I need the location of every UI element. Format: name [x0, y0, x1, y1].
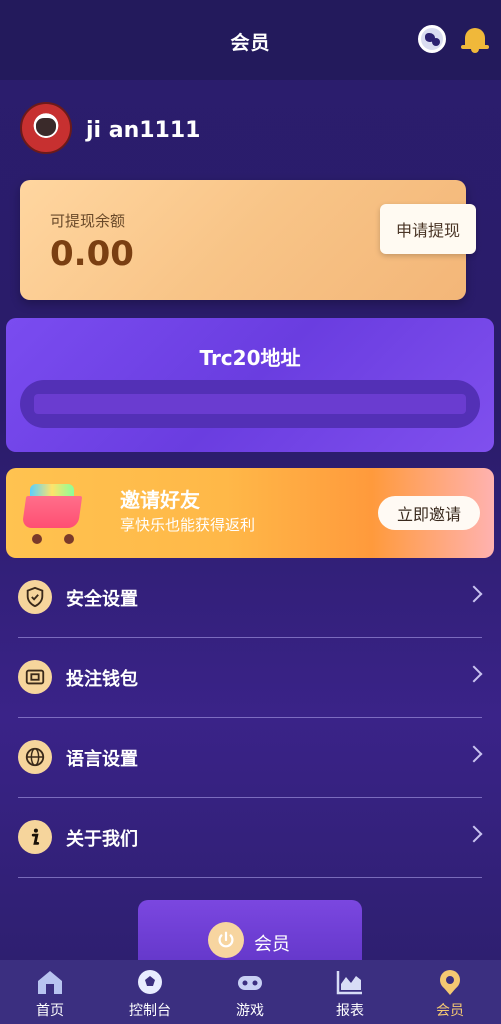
username: ji an1111	[86, 118, 201, 143]
chevron-right-icon	[465, 665, 483, 683]
menu-item-label: 安全设置	[66, 589, 138, 610]
soccer-ball-icon	[138, 970, 162, 994]
tab-home[interactable]: 首页	[0, 960, 100, 1024]
menu-item-about[interactable]: 关于我们	[18, 798, 483, 878]
tab-console[interactable]: 控制台	[100, 960, 200, 1024]
home-icon	[38, 971, 62, 994]
tab-label: 首页	[36, 1003, 64, 1019]
tab-label: 游戏	[236, 1003, 264, 1019]
invite-title: 邀请好友	[120, 488, 200, 512]
trc20-card: Trc20地址	[6, 318, 494, 452]
balance-label: 可提现余额	[50, 212, 126, 230]
menu-item-label: 投注钱包	[66, 669, 138, 690]
invite-subtitle: 享快乐也能获得返利	[120, 516, 256, 534]
info-icon	[18, 820, 52, 854]
withdraw-button[interactable]: 申请提现	[380, 204, 476, 254]
balance-value: 0.00	[50, 234, 134, 274]
menu-item-security[interactable]: 安全设置	[18, 558, 483, 638]
menu-item-wallet[interactable]: 投注钱包	[18, 638, 483, 718]
chart-icon	[336, 971, 362, 995]
power-icon	[208, 922, 244, 958]
trc20-address-field[interactable]	[20, 380, 480, 428]
tab-games[interactable]: 游戏	[200, 960, 300, 1024]
notification-bell-icon[interactable]	[460, 25, 490, 55]
invite-banner[interactable]: 邀请好友 享快乐也能获得返利 立即邀请	[6, 468, 494, 558]
invite-button[interactable]: 立即邀请	[378, 496, 480, 530]
shield-icon	[18, 580, 52, 614]
language-globe-icon[interactable]	[418, 25, 446, 53]
bottom-tab-bar: 首页 控制台 游戏 报表 会员	[0, 960, 501, 1024]
menu-item-language[interactable]: 语言设置	[18, 718, 483, 798]
tab-member[interactable]: 会员	[400, 960, 500, 1024]
trc20-title: Trc20地址	[199, 346, 301, 370]
member-icon	[440, 970, 460, 995]
top-bar: 会员	[0, 0, 501, 80]
balance-card: 可提现余额 0.00 申请提现	[20, 180, 476, 300]
chevron-right-icon	[465, 585, 483, 603]
wallet-icon	[18, 660, 52, 694]
shopping-cart-icon	[16, 482, 92, 550]
avatar[interactable]	[20, 102, 72, 154]
game-icon	[238, 976, 262, 990]
chevron-right-icon	[465, 745, 483, 763]
globe-icon	[18, 740, 52, 774]
member-button-label: 会员	[254, 934, 290, 955]
tab-label: 控制台	[129, 1003, 171, 1019]
tab-label: 会员	[436, 1003, 464, 1019]
tab-reports[interactable]: 报表	[300, 960, 400, 1024]
trc20-address-value	[34, 394, 466, 414]
menu-item-label: 关于我们	[66, 829, 138, 850]
tab-label: 报表	[336, 1003, 364, 1019]
chevron-right-icon	[465, 825, 483, 843]
menu-item-label: 语言设置	[66, 749, 138, 770]
